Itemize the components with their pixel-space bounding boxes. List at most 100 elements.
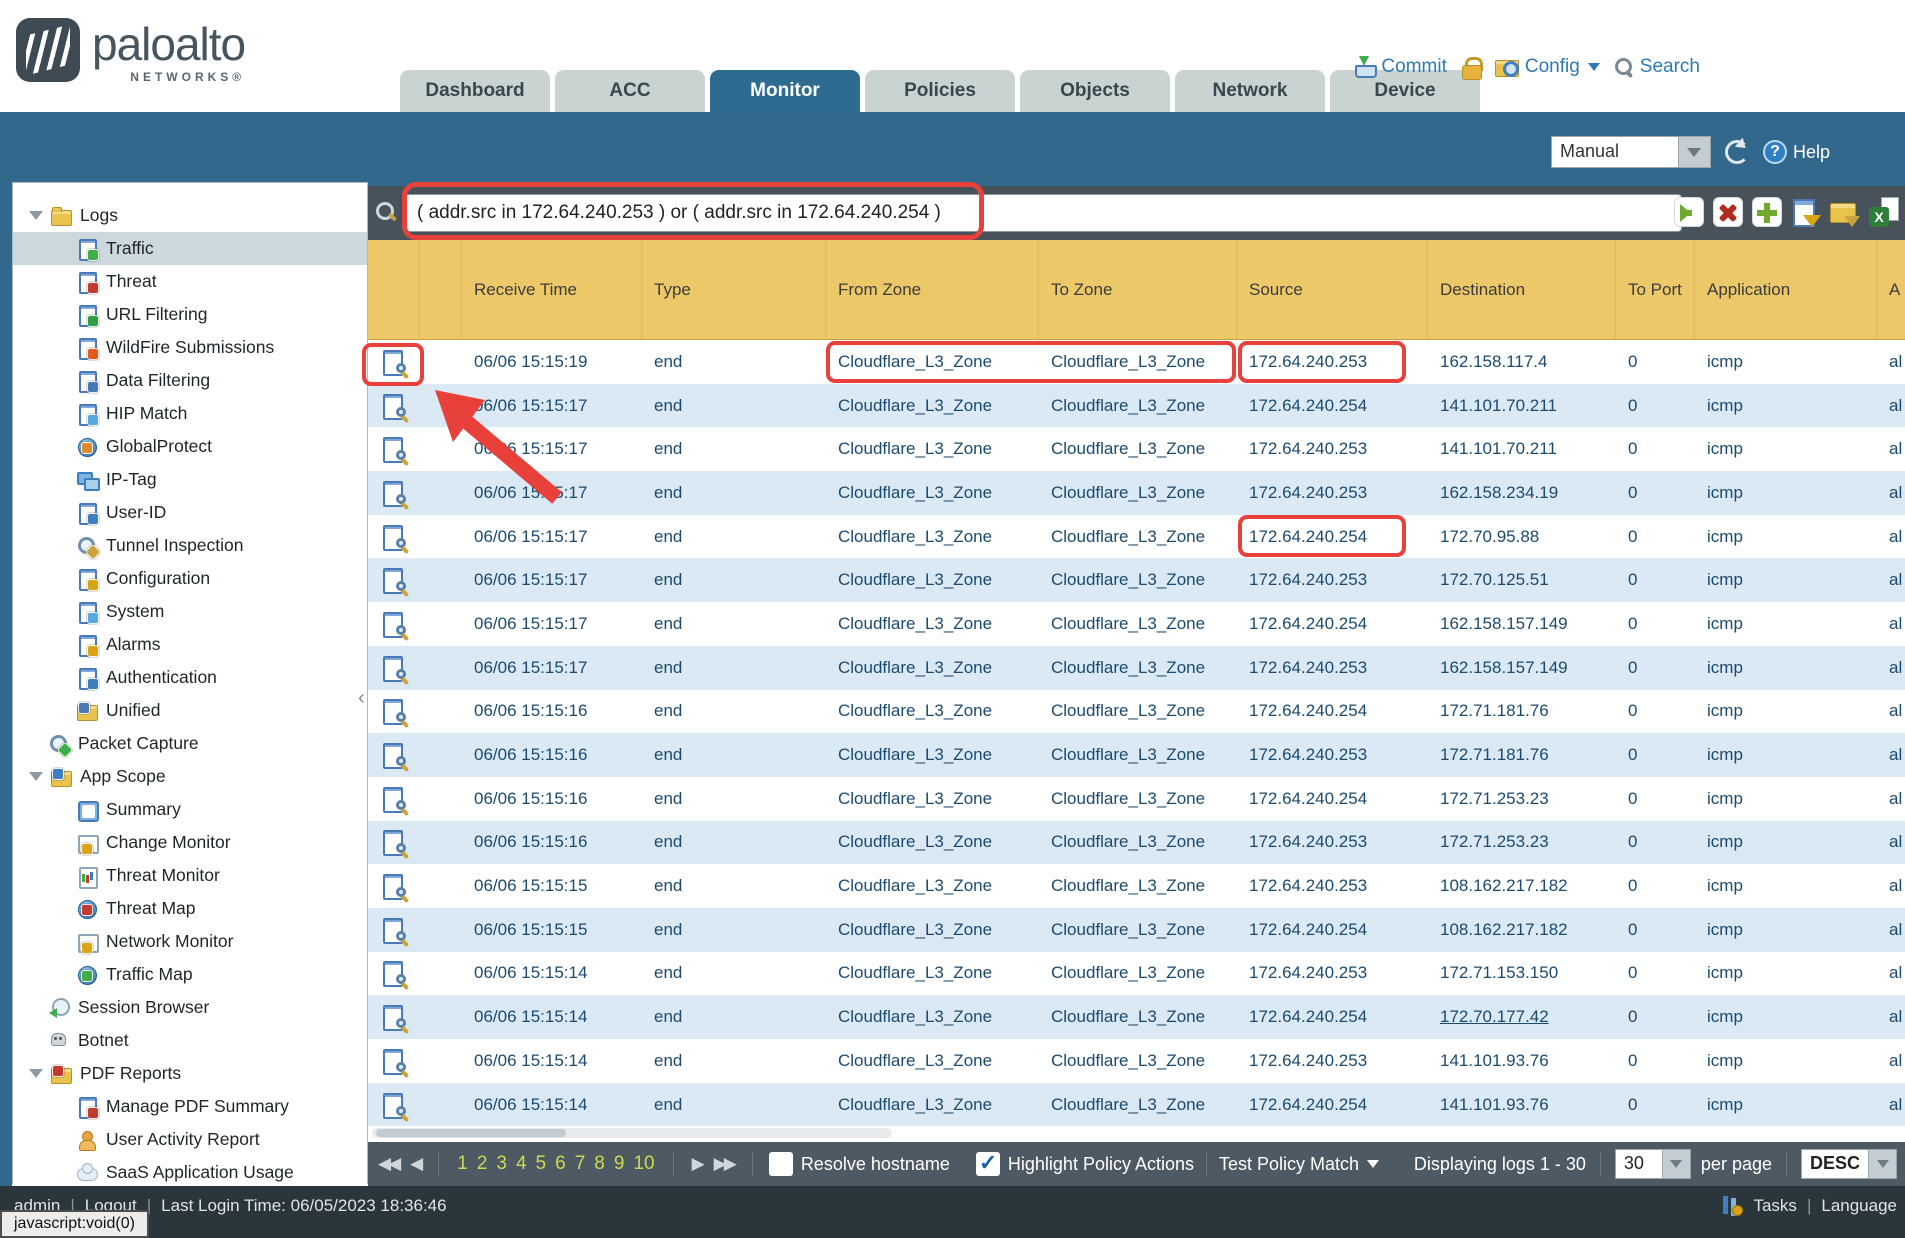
sidebar-item-threat-monitor[interactable]: Threat Monitor xyxy=(13,859,367,892)
saved-filters-icon[interactable] xyxy=(1830,197,1860,227)
log-detail-icon[interactable] xyxy=(382,567,406,593)
horizontal-scrollbar[interactable] xyxy=(372,1128,892,1138)
page-number-5[interactable]: 5 xyxy=(536,1153,547,1175)
column-header-destination[interactable]: Destination xyxy=(1428,240,1616,339)
add-filter-button[interactable] xyxy=(1752,197,1782,227)
sidebar-item-session-browser[interactable]: Session Browser xyxy=(13,991,367,1024)
filter-builder-icon[interactable] xyxy=(1791,197,1821,227)
column-header-to-zone[interactable]: To Zone xyxy=(1039,240,1237,339)
log-detail-icon[interactable] xyxy=(382,960,406,986)
sidebar-item-unified[interactable]: Unified xyxy=(13,694,367,727)
sidebar-item-botnet[interactable]: Botnet xyxy=(13,1024,367,1057)
sidebar-item-app-scope[interactable]: App Scope xyxy=(13,760,367,793)
apply-filter-button[interactable] xyxy=(1674,197,1704,227)
log-detail-icon[interactable] xyxy=(382,873,406,899)
sidebar-item-tunnel-inspection[interactable]: Tunnel Inspection xyxy=(13,529,367,562)
sidebar-item-logs[interactable]: Logs xyxy=(13,199,367,232)
page-number-10[interactable]: 10 xyxy=(633,1153,654,1175)
column-header-from-zone[interactable]: From Zone xyxy=(826,240,1039,339)
sidebar-item-traffic[interactable]: Traffic xyxy=(13,232,367,265)
next-page-button[interactable]: ▶ xyxy=(692,1154,702,1174)
search-button[interactable]: Search xyxy=(1614,56,1700,78)
column-header-to-port[interactable]: To Port xyxy=(1616,240,1695,339)
sidebar-item-threat-map[interactable]: Threat Map xyxy=(13,892,367,925)
sidebar-item-manage-pdf-summary[interactable]: Manage PDF Summary xyxy=(13,1090,367,1123)
sidebar-item-pdf-reports[interactable]: PDF Reports xyxy=(13,1057,367,1090)
sidebar-item-configuration[interactable]: Configuration xyxy=(13,562,367,595)
sidebar-item-hip-match[interactable]: HIP Match xyxy=(13,397,367,430)
lock-icon[interactable] xyxy=(1461,56,1481,78)
tasks-button[interactable]: Tasks xyxy=(1753,1196,1796,1216)
tab-objects[interactable]: Objects xyxy=(1020,70,1170,112)
per-page-select[interactable]: 30 xyxy=(1615,1149,1691,1179)
config-menu-button[interactable]: Config xyxy=(1495,56,1600,78)
column-header-source[interactable]: Source xyxy=(1237,240,1428,339)
sidebar-item-alarms[interactable]: Alarms xyxy=(13,628,367,661)
column-header-action[interactable]: A xyxy=(1877,240,1905,339)
sort-order-dropdown-button[interactable] xyxy=(1869,1149,1897,1179)
log-detail-icon[interactable] xyxy=(382,1092,406,1118)
log-detail-icon[interactable] xyxy=(382,436,406,462)
sidebar-item-change-monitor[interactable]: Change Monitor xyxy=(13,826,367,859)
log-detail-icon[interactable] xyxy=(382,917,406,943)
log-detail-icon[interactable] xyxy=(382,393,406,419)
previous-page-button[interactable]: ◀ xyxy=(410,1154,420,1174)
sidebar-item-saas-application-usage[interactable]: SaaS Application Usage xyxy=(13,1156,367,1184)
sidebar-item-network-monitor[interactable]: Network Monitor xyxy=(13,925,367,958)
sidebar-item-wildfire-submissions[interactable]: WildFire Submissions xyxy=(13,331,367,364)
column-header-application[interactable]: Application xyxy=(1695,240,1877,339)
highlight-policy-actions-checkbox[interactable] xyxy=(976,1152,1000,1176)
expand-triangle-icon[interactable] xyxy=(29,211,43,220)
first-page-button[interactable]: ◀◀ xyxy=(378,1154,398,1174)
page-number-6[interactable]: 6 xyxy=(555,1153,566,1175)
log-detail-icon[interactable] xyxy=(382,742,406,768)
page-number-9[interactable]: 9 xyxy=(614,1153,625,1175)
sidebar-item-url-filtering[interactable]: URL Filtering xyxy=(13,298,367,331)
refresh-mode-select[interactable]: Manual xyxy=(1551,136,1711,168)
help-button[interactable]: ? Help xyxy=(1763,140,1830,164)
sidebar-item-packet-capture[interactable]: Packet Capture xyxy=(13,727,367,760)
clear-filter-button[interactable] xyxy=(1713,197,1743,227)
sidebar-item-data-filtering[interactable]: Data Filtering xyxy=(13,364,367,397)
refresh-icon[interactable] xyxy=(1725,140,1749,164)
tab-acc[interactable]: ACC xyxy=(555,70,705,112)
page-number-7[interactable]: 7 xyxy=(575,1153,586,1175)
sidebar-item-user-id[interactable]: User-ID xyxy=(13,496,367,529)
log-detail-icon[interactable] xyxy=(382,611,406,637)
log-detail-icon[interactable] xyxy=(382,480,406,506)
tab-policies[interactable]: Policies xyxy=(865,70,1015,112)
log-detail-icon[interactable] xyxy=(382,349,406,375)
resolve-hostname-checkbox[interactable] xyxy=(769,1152,793,1176)
expand-triangle-icon[interactable] xyxy=(29,1069,43,1078)
sort-order-select[interactable]: DESC xyxy=(1801,1149,1897,1179)
sidebar-item-system[interactable]: System xyxy=(13,595,367,628)
sidebar-item-globalprotect[interactable]: GlobalProtect xyxy=(13,430,367,463)
page-number-2[interactable]: 2 xyxy=(477,1153,488,1175)
log-detail-icon[interactable] xyxy=(382,655,406,681)
horizontal-scrollbar-thumb[interactable] xyxy=(376,1129,566,1137)
sidebar-item-user-activity-report[interactable]: User Activity Report xyxy=(13,1123,367,1156)
log-detail-icon[interactable] xyxy=(382,1004,406,1030)
commit-button[interactable]: Commit xyxy=(1353,56,1446,78)
cell-destination[interactable]: 172.70.177.42 xyxy=(1428,995,1616,1039)
page-number-8[interactable]: 8 xyxy=(594,1153,605,1175)
sidebar-item-threat[interactable]: Threat xyxy=(13,265,367,298)
language-button[interactable]: Language xyxy=(1821,1196,1897,1216)
log-filter-input[interactable] xyxy=(404,194,1682,232)
sidebar-item-authentication[interactable]: Authentication xyxy=(13,661,367,694)
test-policy-match-button[interactable]: Test Policy Match xyxy=(1219,1154,1379,1175)
page-number-1[interactable]: 1 xyxy=(457,1153,468,1175)
page-number-4[interactable]: 4 xyxy=(516,1153,527,1175)
refresh-mode-dropdown-button[interactable] xyxy=(1679,136,1711,168)
tab-monitor[interactable]: Monitor xyxy=(710,70,860,112)
export-logs-icon[interactable] xyxy=(1869,197,1899,227)
tab-dashboard[interactable]: Dashboard xyxy=(400,70,550,112)
last-page-button[interactable]: ▶▶ xyxy=(714,1154,734,1174)
log-detail-icon[interactable] xyxy=(382,698,406,724)
tab-network[interactable]: Network xyxy=(1175,70,1325,112)
log-detail-icon[interactable] xyxy=(382,786,406,812)
log-detail-icon[interactable] xyxy=(382,524,406,550)
sidebar-item-ip-tag[interactable]: IP-Tag xyxy=(13,463,367,496)
page-number-3[interactable]: 3 xyxy=(496,1153,507,1175)
sidebar-item-summary[interactable]: Summary xyxy=(13,793,367,826)
